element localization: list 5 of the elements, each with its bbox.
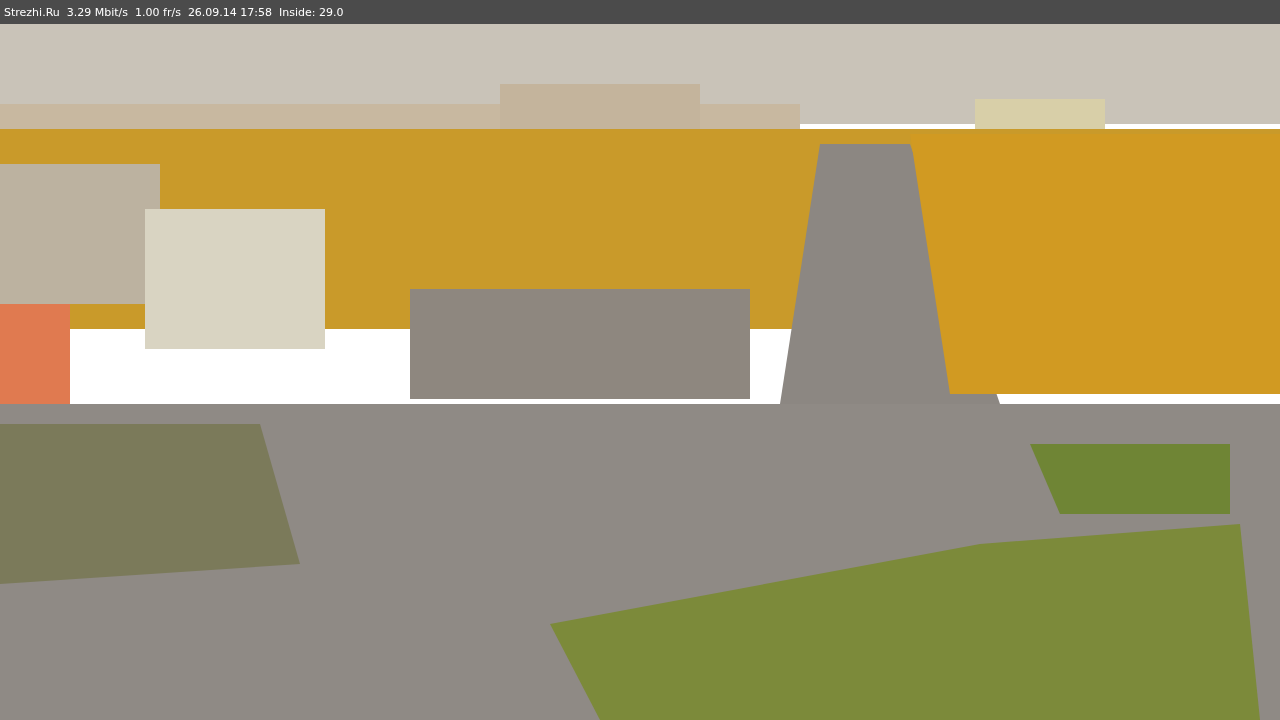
status-text: Inside: 29.0 bbox=[279, 5, 344, 19]
status-text: Strezhi.Ru bbox=[4, 5, 60, 19]
status-text: 1.00 fr/s bbox=[135, 5, 181, 19]
status-text: 26.09.14 17:58 bbox=[187, 5, 273, 19]
status-text: 3.29 Mbit/s bbox=[66, 5, 129, 19]
